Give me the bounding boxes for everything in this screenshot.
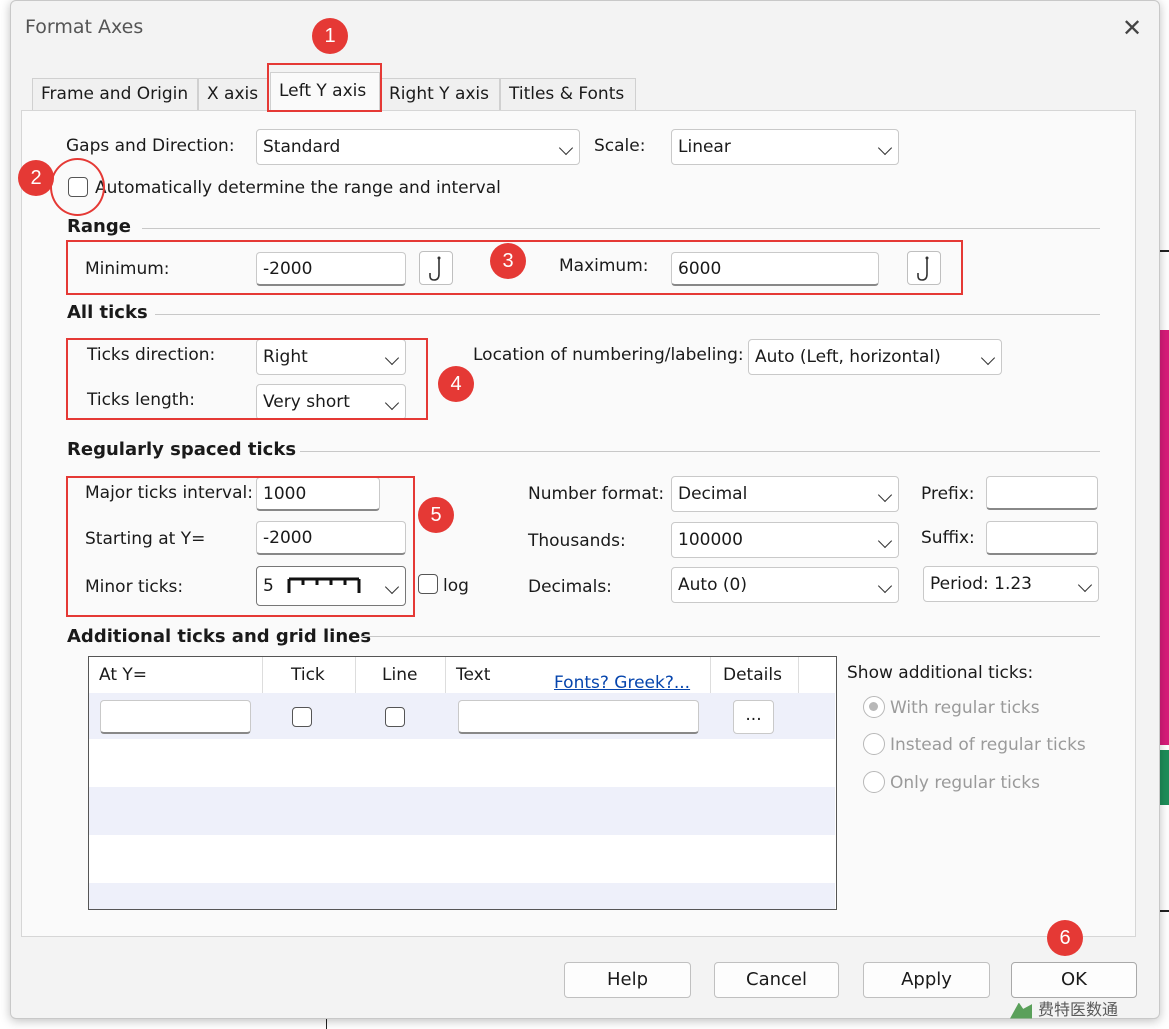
tab-titles-fonts[interactable]: Titles & Fonts (500, 78, 636, 110)
highlight-left-y-tab (267, 63, 382, 112)
chevron-down-icon (877, 140, 893, 156)
thousands-label: Thousands: (528, 531, 626, 551)
line-checkbox[interactable] (385, 707, 405, 727)
apply-button[interactable]: Apply (863, 962, 990, 998)
watermark: 费特医数通 (1010, 996, 1118, 1020)
radio-instead-of-regular-ticks[interactable] (863, 733, 885, 755)
all-ticks-divider (155, 314, 1100, 315)
help-button[interactable]: Help (564, 962, 691, 998)
text-input[interactable] (458, 700, 699, 734)
log-checkbox[interactable] (418, 574, 438, 594)
number-format-select[interactable]: Decimal (671, 476, 899, 512)
watermark-text: 费特医数通 (1038, 1000, 1119, 1019)
chevron-down-icon (558, 140, 574, 156)
column-header-tick: Tick (263, 657, 356, 693)
all-ticks-heading: All ticks (67, 302, 148, 323)
chevron-down-icon (877, 578, 893, 594)
thousands-value: 100000 (678, 530, 743, 550)
column-header-text-label: Text (456, 665, 491, 685)
fonts-greek-link[interactable]: Fonts? Greek?... (554, 673, 690, 693)
step-badge-2: 2 (18, 160, 54, 196)
watermark-logo-icon (1010, 1002, 1032, 1019)
close-icon[interactable]: ✕ (1119, 15, 1145, 41)
step-badge-1: 1 (312, 18, 348, 54)
label-location-label: Location of numbering/labeling: (473, 345, 744, 365)
additional-ticks-divider (362, 636, 1100, 637)
range-divider (142, 228, 1100, 229)
column-header-line: Line (356, 657, 446, 693)
step-badge-4: 4 (438, 366, 474, 402)
decimals-select[interactable]: Auto (0) (671, 567, 899, 603)
column-header-at-y: At Y= (89, 657, 263, 693)
chevron-down-icon (1077, 577, 1093, 593)
regular-ticks-heading: Regularly spaced ticks (67, 439, 297, 460)
gaps-direction-value: Standard (263, 137, 341, 157)
column-header-details: Details (711, 657, 799, 693)
period-value: Period: 1.23 (930, 574, 1032, 594)
step-badge-3: 3 (490, 243, 526, 279)
decimals-label: Decimals: (528, 577, 612, 597)
prefix-label: Prefix: (921, 484, 975, 504)
additional-ticks-grid: At Y= Tick Line Text Details (88, 656, 837, 910)
chevron-down-icon (877, 533, 893, 549)
prefix-input[interactable] (986, 476, 1098, 510)
option-with-regular-ticks: With regular ticks (890, 698, 1040, 718)
tab-x-axis[interactable]: X axis (198, 78, 268, 110)
grid-row-band (89, 883, 835, 909)
highlight-regular-ticks (66, 476, 415, 617)
gaps-direction-label: Gaps and Direction: (66, 136, 235, 156)
number-format-label: Number format: (528, 484, 665, 504)
highlight-auto-checkbox-circle (50, 158, 105, 216)
range-heading: Range (67, 216, 131, 237)
scale-value: Linear (678, 137, 731, 157)
step-badge-6: 6 (1047, 920, 1083, 956)
log-label: log (443, 576, 469, 596)
grid-row-band (89, 787, 835, 835)
scale-label: Scale: (594, 136, 646, 156)
number-format-value: Decimal (678, 484, 748, 504)
tab-frame-and-origin[interactable]: Frame and Origin (32, 78, 198, 110)
scale-select[interactable]: Linear (671, 129, 899, 165)
auto-range-label: Automatically determine the range and in… (95, 178, 501, 198)
suffix-input[interactable] (986, 521, 1098, 555)
background-rule (326, 1019, 327, 1029)
window-title: Format Axes (25, 16, 144, 38)
option-instead-of-regular-ticks: Instead of regular ticks (890, 735, 1086, 755)
highlight-all-ticks (66, 338, 428, 420)
radio-with-regular-ticks[interactable] (863, 696, 885, 718)
chevron-down-icon (877, 487, 893, 503)
additional-ticks-heading: Additional ticks and grid lines (67, 626, 372, 647)
option-only-regular-ticks: Only regular ticks (890, 773, 1040, 793)
tick-checkbox[interactable] (292, 707, 312, 727)
details-button[interactable]: ... (733, 700, 774, 734)
cancel-button[interactable]: Cancel (714, 962, 839, 998)
gaps-direction-select[interactable]: Standard (256, 129, 580, 165)
radio-only-regular-ticks[interactable] (863, 771, 885, 793)
at-y-input[interactable] (100, 700, 251, 734)
decimals-value: Auto (0) (678, 575, 747, 595)
period-select[interactable]: Period: 1.23 (923, 566, 1099, 602)
suffix-label: Suffix: (921, 528, 975, 548)
tab-right-y-axis[interactable]: Right Y axis (380, 78, 500, 110)
label-location-select[interactable]: Auto (Left, horizontal) (748, 339, 1002, 375)
chevron-down-icon (980, 350, 996, 366)
regular-ticks-divider (300, 451, 1100, 452)
ok-button[interactable]: OK (1011, 962, 1137, 998)
show-additional-label: Show additional ticks: (847, 663, 1034, 683)
label-location-value: Auto (Left, horizontal) (755, 347, 941, 367)
step-badge-5: 5 (418, 497, 454, 533)
thousands-select[interactable]: 100000 (671, 522, 899, 558)
